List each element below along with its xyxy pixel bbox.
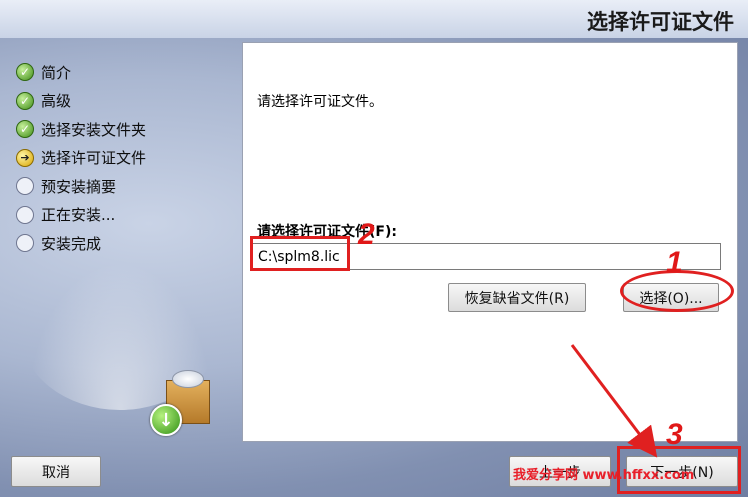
check-icon: ✓	[16, 91, 34, 110]
step-label: 选择安装文件夹	[41, 120, 147, 139]
check-icon: ✓	[16, 63, 34, 82]
watermark-text: 我爱分享网 www.hffxx.com	[513, 468, 695, 483]
check-icon: ✓	[16, 120, 34, 139]
empty-circle-icon	[16, 234, 34, 253]
step-item-install-folder: ✓ 选择安装文件夹	[16, 115, 146, 144]
step-label: 简介	[41, 63, 72, 82]
step-list: ✓ 简介 ✓ 高级 ✓ 选择安装文件夹 ➔ 选择许可证文件 预安装摘要 正在安装…	[16, 58, 146, 258]
step-item-advanced: ✓ 高级	[16, 87, 146, 116]
step-item-intro: ✓ 简介	[16, 58, 146, 87]
step-label: 选择许可证文件	[41, 149, 147, 168]
arrow-right-icon: ➔	[16, 148, 34, 167]
installer-window: 选择许可证文件 ✓ 简介 ✓ 高级 ✓ 选择安装文件夹 ➔ 选择许可证文件 预安…	[0, 0, 748, 497]
empty-circle-icon	[16, 177, 34, 196]
annotation-box-2	[250, 236, 350, 271]
restore-default-button[interactable]: 恢复缺省文件(R)	[448, 283, 586, 312]
step-label: 预安装摘要	[41, 177, 117, 196]
download-arrow-icon: ↓	[150, 404, 182, 436]
step-label: 高级	[41, 92, 72, 111]
disc-icon	[172, 370, 204, 388]
annotation-number-1: 1	[666, 246, 683, 279]
cancel-button[interactable]: 取消	[11, 456, 101, 487]
step-item-pre-install-summary: 预安装摘要	[16, 172, 146, 201]
annotation-number-3: 3	[666, 418, 683, 451]
empty-circle-icon	[16, 205, 34, 224]
step-label: 正在安装...	[41, 206, 116, 225]
title-bar: 选择许可证文件	[0, 0, 748, 38]
step-item-license-file: ➔ 选择许可证文件	[16, 144, 146, 173]
step-item-installing: 正在安装...	[16, 201, 146, 230]
annotation-number-2: 2	[358, 218, 375, 251]
step-label: 安装完成	[41, 234, 102, 253]
instruction-text: 请选择许可证文件。	[257, 94, 383, 110]
window-title: 选择许可证文件	[587, 10, 734, 34]
